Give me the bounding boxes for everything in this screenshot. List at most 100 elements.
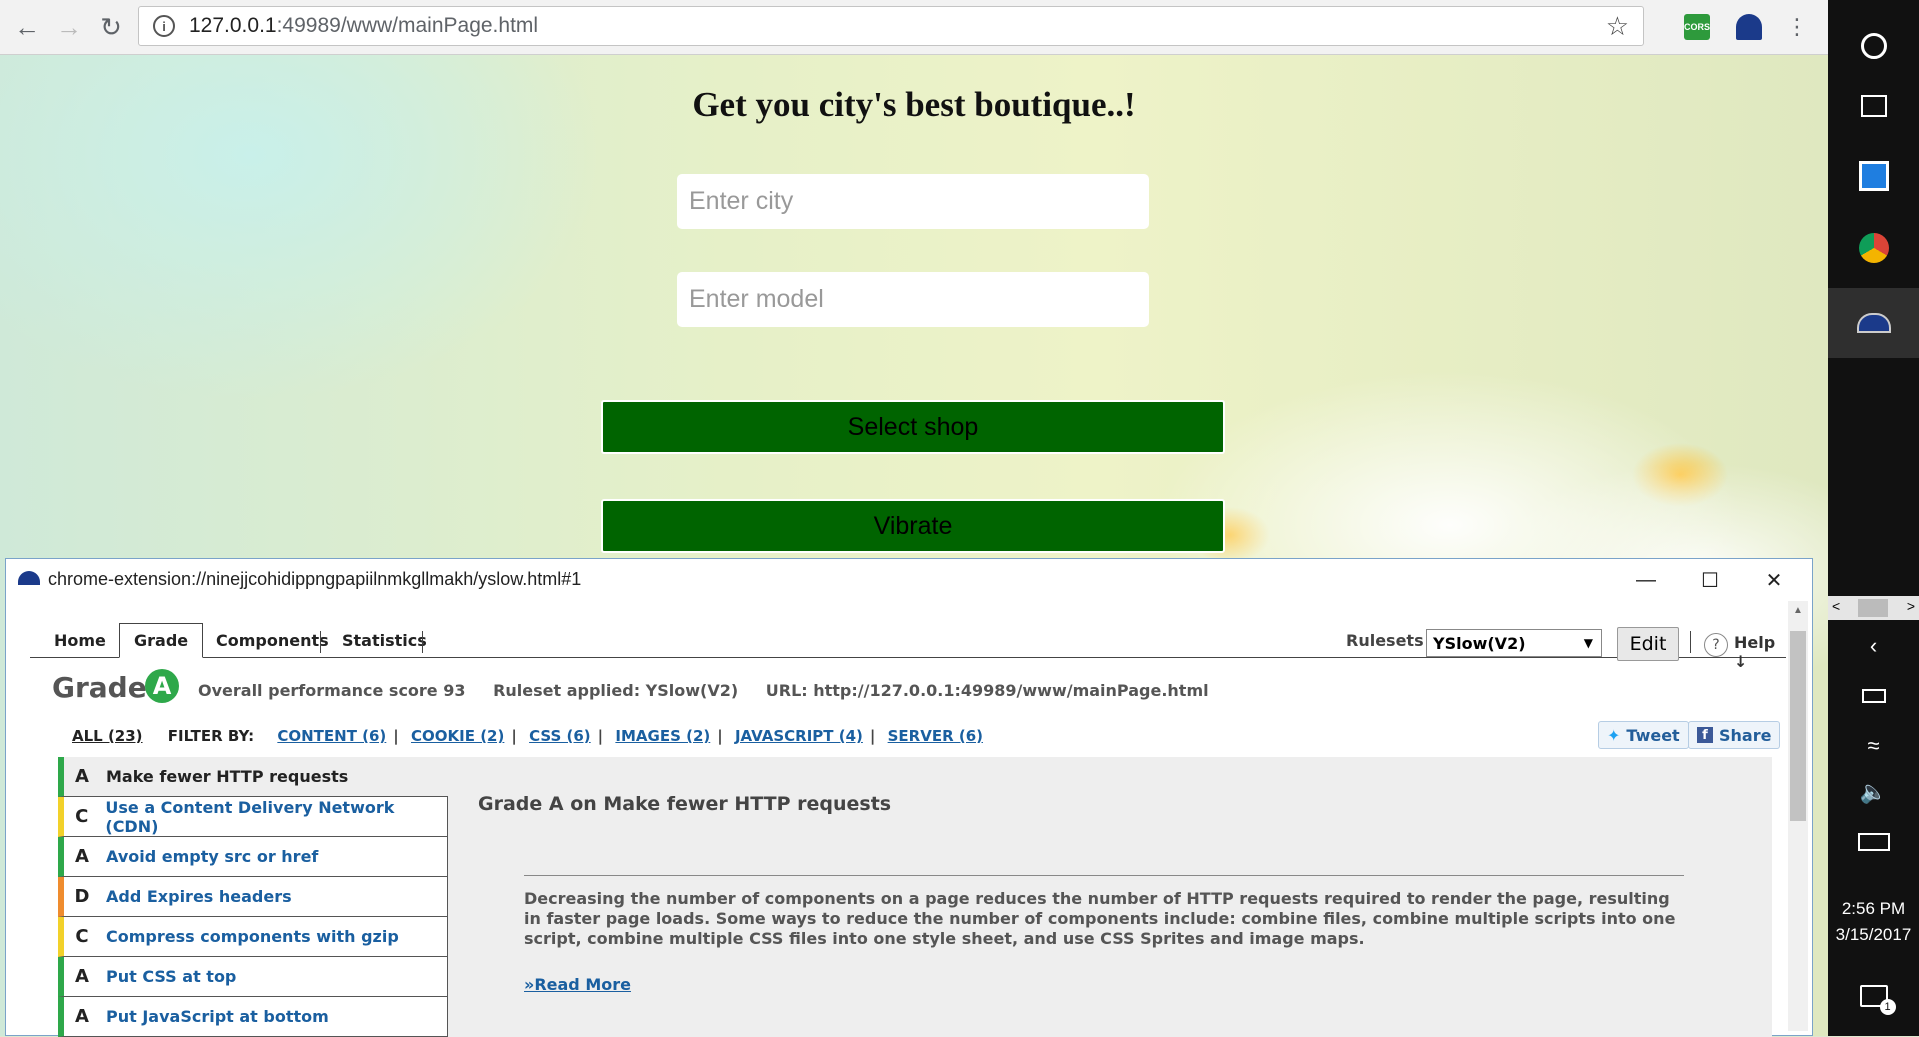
- rule-row[interactable]: A Put CSS at top: [58, 957, 448, 997]
- brackets-app-icon[interactable]: [1828, 146, 1919, 206]
- tab-statistics[interactable]: Statistics: [328, 623, 441, 657]
- maximize-icon[interactable]: ☐: [1678, 563, 1742, 597]
- scroll-left-icon[interactable]: <: [1832, 598, 1840, 614]
- reload-icon[interactable]: ↻: [94, 10, 128, 44]
- rule-row[interactable]: C Compress components with gzip: [58, 917, 448, 957]
- minimize-icon[interactable]: —: [1614, 563, 1678, 597]
- yslow-content: Home Grade Components Statistics Ruleset…: [18, 607, 1786, 1037]
- rule-row[interactable]: D Add Expires headers: [58, 877, 448, 917]
- browser-toolbar: ← → ↻ i 127.0.0.1:49989/www/mainPage.htm…: [0, 0, 1828, 55]
- rule-name: Use a Content Delivery Network (CDN): [105, 797, 395, 836]
- notification-count: 1: [1879, 999, 1896, 1015]
- tab-components[interactable]: Components: [202, 623, 343, 657]
- start-circle-icon[interactable]: [1828, 16, 1919, 76]
- rule-name: Avoid empty src or href: [106, 847, 319, 866]
- grade-badge: A: [145, 669, 179, 703]
- scrollbar-thumb[interactable]: [1858, 599, 1888, 617]
- yslow-extension-icon[interactable]: [1736, 14, 1762, 40]
- page-headline: Get you city's best boutique..!: [692, 85, 1136, 124]
- grade-summary: Overall performance score 93 Ruleset app…: [198, 681, 1231, 700]
- select-shop-button[interactable]: Select shop: [601, 400, 1225, 454]
- rule-grade: C: [75, 926, 89, 947]
- detail-text: Decreasing the number of components on a…: [524, 889, 1676, 948]
- dropdown-arrow-icon: ▼: [1583, 636, 1593, 650]
- rule-list: A Make fewer HTTP requests C Use a Content …: [58, 757, 448, 1037]
- rule-row[interactable]: A Put JavaScript at bottom: [58, 997, 448, 1037]
- city-input[interactable]: Enter city: [677, 174, 1149, 229]
- scrollbar-thumb[interactable]: [1790, 631, 1806, 821]
- clock-date: 3/15/2017: [1835, 925, 1912, 944]
- close-icon[interactable]: ✕: [1742, 563, 1806, 597]
- facebook-icon: f: [1697, 727, 1713, 743]
- rule-name: Put CSS at top: [106, 967, 237, 986]
- window-titlebar[interactable]: chrome-extension://ninejjcohidippngpapii…: [6, 559, 1812, 601]
- rule-grade: C: [75, 806, 89, 827]
- task-view-icon[interactable]: [1828, 76, 1919, 136]
- window-title: chrome-extension://ninejjcohidippngpapii…: [48, 569, 582, 589]
- tab-home[interactable]: Home: [40, 623, 120, 657]
- rule-row[interactable]: C Use a Content Delivery Network (CDN): [58, 797, 448, 837]
- rule-row[interactable]: A Avoid empty src or href: [58, 837, 448, 877]
- address-bar[interactable]: i 127.0.0.1:49989/www/mainPage.html ☆: [138, 6, 1644, 46]
- filter-server[interactable]: SERVER (6): [888, 727, 983, 745]
- rulesets-label: Rulesets: [1346, 631, 1424, 650]
- yslow-window: chrome-extension://ninejjcohidippngpapii…: [5, 558, 1813, 1037]
- filter-bar: ALL (23) FILTER BY: CONTENT (6) | COOKIE …: [72, 727, 983, 745]
- cors-extension-icon[interactable]: CORS: [1684, 14, 1710, 40]
- yslow-app-icon[interactable]: [1828, 288, 1919, 358]
- help-icon[interactable]: ?: [1704, 633, 1728, 657]
- rule-grade: A: [75, 766, 89, 787]
- filter-css[interactable]: CSS (6): [529, 727, 591, 745]
- analyzed-url: URL: http://127.0.0.1:49989/www/mainPage…: [765, 681, 1209, 700]
- rule-name: Compress components with gzip: [106, 927, 399, 946]
- vertical-scrollbar[interactable]: ▲: [1788, 601, 1808, 1031]
- filter-by-label: FILTER BY:: [167, 727, 255, 745]
- rule-row[interactable]: A Make fewer HTTP requests: [58, 757, 448, 797]
- rule-detail-panel: Grade A on Make fewer HTTP requests Decr…: [448, 757, 1772, 1037]
- chrome-app-icon[interactable]: [1828, 218, 1919, 278]
- bookmark-star-icon[interactable]: ☆: [1606, 11, 1629, 42]
- taskbar: < > ‹ ≈ 🔈 2:56 PM 3/15/2017 1: [1828, 0, 1919, 1036]
- rule-grade: A: [75, 966, 89, 987]
- tab-divider: [422, 631, 423, 653]
- filter-javascript[interactable]: JAVASCRIPT (4): [735, 727, 863, 745]
- filter-content[interactable]: CONTENT (6): [277, 727, 386, 745]
- grade-heading: Grade: [52, 671, 147, 704]
- overall-score: Overall performance score 93: [198, 681, 466, 700]
- clock[interactable]: 2:56 PM 3/15/2017: [1828, 896, 1919, 948]
- url-text: 127.0.0.1:49989/www/mainPage.html: [189, 14, 539, 37]
- ruleset-applied: Ruleset applied: YSlow(V2): [493, 681, 739, 700]
- toolbar-divider: [1690, 631, 1691, 653]
- yslow-icon: [18, 571, 40, 585]
- twitter-icon: ✦: [1607, 725, 1621, 745]
- rule-grade: A: [75, 1006, 89, 1027]
- read-more-link[interactable]: »Read More: [524, 975, 631, 994]
- scroll-up-icon[interactable]: ▲: [1788, 605, 1808, 616]
- keyboard-icon[interactable]: [1828, 812, 1919, 872]
- filter-images[interactable]: IMAGES (2): [615, 727, 710, 745]
- rule-name: Put JavaScript at bottom: [106, 1007, 329, 1026]
- info-icon[interactable]: i: [153, 15, 175, 37]
- tab-divider: [320, 631, 321, 653]
- clock-time: 2:56 PM: [1841, 899, 1906, 918]
- vibrate-button[interactable]: Vibrate: [601, 499, 1225, 553]
- rule-grade: A: [75, 846, 89, 867]
- detail-divider: [524, 875, 1684, 876]
- edit-button[interactable]: Edit: [1617, 627, 1679, 661]
- detail-title: Grade A on Make fewer HTTP requests: [478, 793, 892, 815]
- ruleset-select[interactable]: YSlow(V2) ▼: [1426, 629, 1602, 657]
- tweet-button[interactable]: ✦ Tweet: [1598, 721, 1689, 749]
- back-icon[interactable]: ←: [10, 10, 44, 44]
- menu-icon[interactable]: ⋮: [1780, 10, 1814, 44]
- rule-grade: D: [74, 886, 90, 907]
- help-link[interactable]: Help ↓: [1734, 633, 1786, 671]
- filter-all[interactable]: ALL (23): [72, 727, 143, 745]
- forward-icon[interactable]: →: [52, 10, 86, 44]
- notification-icon[interactable]: 1: [1828, 966, 1919, 1026]
- scroll-right-icon[interactable]: >: [1907, 598, 1915, 614]
- share-button[interactable]: f Share: [1688, 721, 1781, 749]
- model-input[interactable]: Enter model: [677, 272, 1149, 327]
- tab-bar: Home Grade Components Statistics Ruleset…: [30, 623, 1786, 671]
- filter-cookie[interactable]: COOKIE (2): [411, 727, 504, 745]
- tab-grade[interactable]: Grade: [119, 623, 204, 658]
